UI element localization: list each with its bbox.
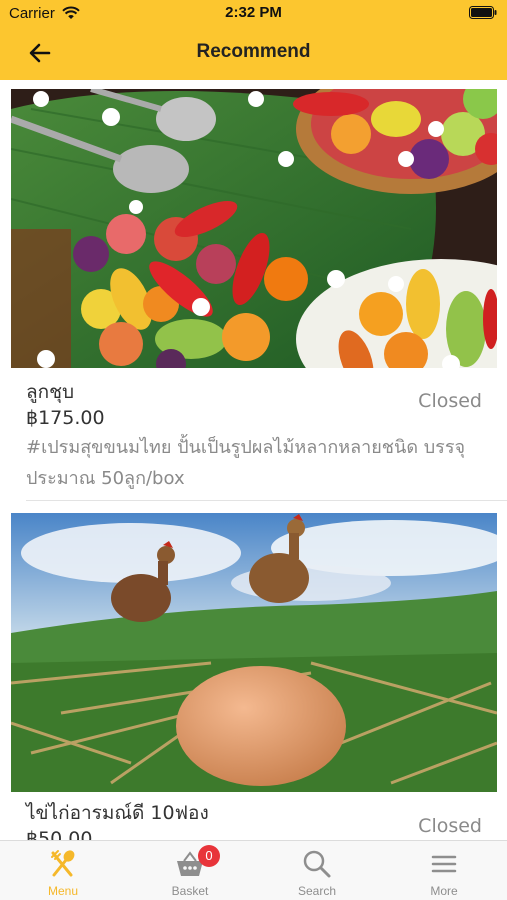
product-price: ฿50.00: [26, 828, 93, 840]
product-card[interactable]: ลูกชุบ ฿175.00 Closed #เปรมสุขขนมไทย ปั้…: [0, 80, 507, 501]
product-name: ลูกชุบ: [26, 381, 75, 403]
tab-label: Basket: [171, 884, 209, 898]
battery-icon: [469, 6, 497, 19]
page-title: Recommend: [196, 41, 311, 62]
status-bar: Carrier 2:32 PM: [0, 0, 507, 28]
product-price: ฿175.00: [26, 407, 105, 429]
tab-basket[interactable]: 0 Basket: [127, 841, 253, 900]
back-button[interactable]: [22, 38, 58, 68]
menu-lines-icon: [431, 855, 457, 873]
product-status: Closed: [418, 815, 482, 837]
product-list[interactable]: ลูกชุบ ฿175.00 Closed #เปรมสุขขนมไทย ปั้…: [0, 80, 507, 840]
app-header: Carrier 2:32 PM Recommend: [0, 0, 507, 80]
tab-label: Search: [297, 884, 337, 898]
tab-label: More: [430, 884, 458, 898]
tab-more[interactable]: More: [381, 841, 507, 900]
product-card[interactable]: ไข่ไก่อารมณ์ดี 10ฟอง ฿50.00 Closed: [0, 513, 507, 840]
tab-menu[interactable]: Menu: [0, 841, 126, 900]
tab-search[interactable]: Search: [254, 841, 380, 900]
product-status: Closed: [418, 390, 482, 412]
tab-label: Menu: [47, 884, 79, 898]
divider: [26, 500, 507, 501]
product-description: #เปรมสุขขนมไทย ปั้นเป็นรูปผลไม้หลากหลายช…: [26, 437, 466, 489]
product-name: ไข่ไก่อารมณ์ดี 10ฟอง: [26, 802, 209, 824]
navigation-bar: Recommend: [0, 28, 507, 78]
fork-spoon-icon: [51, 850, 75, 877]
product-image: [11, 89, 497, 368]
arrow-left-icon: [29, 43, 51, 63]
status-time: 2:32 PM: [225, 4, 282, 21]
basket-count-badge: 0: [198, 845, 220, 867]
tab-bar: Menu 0 Basket Search More: [0, 840, 507, 900]
product-image: [11, 513, 497, 792]
search-icon: [303, 850, 331, 878]
